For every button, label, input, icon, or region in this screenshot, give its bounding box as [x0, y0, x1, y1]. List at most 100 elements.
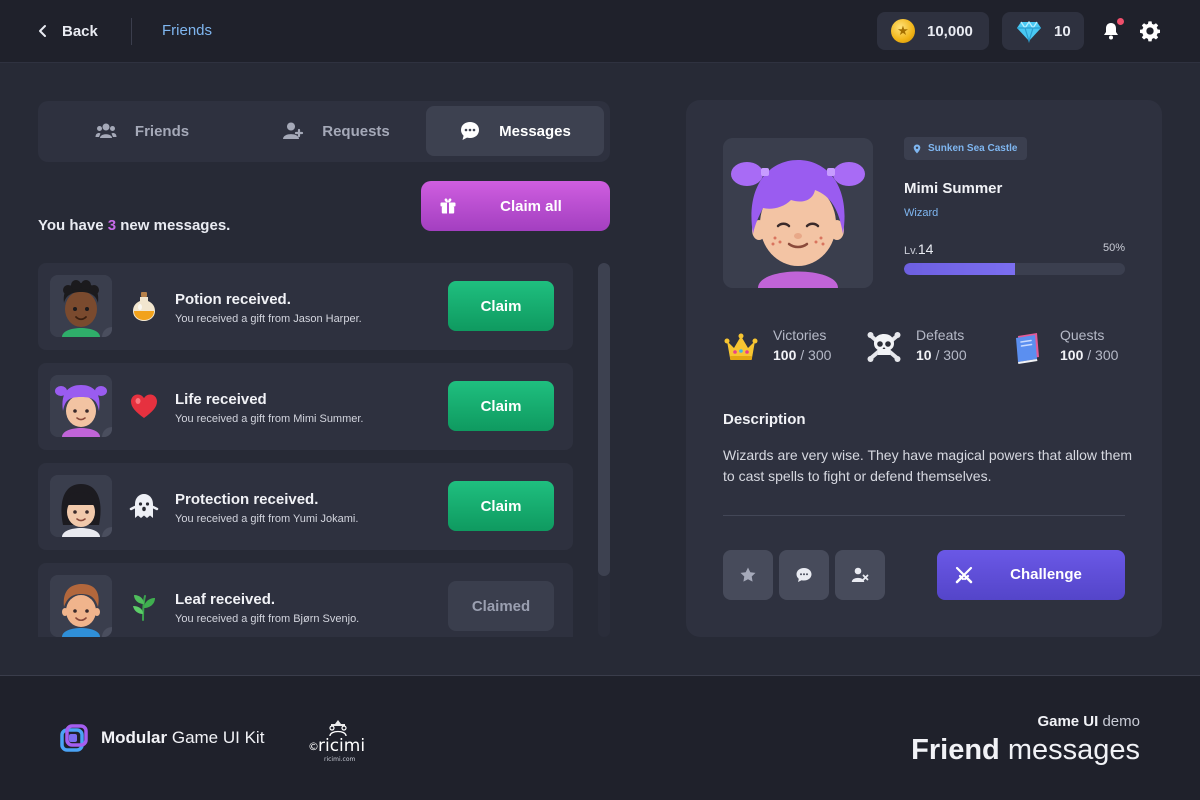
ricimi-logo: © ricimi ricimi.com	[308, 716, 368, 764]
message-item: Life received You received a gift from M…	[38, 363, 573, 450]
top-bar: Back Friends ★ 10,000 10	[0, 0, 1200, 63]
back-label: Back	[62, 22, 98, 40]
message-item: Protection received. You received a gift…	[38, 463, 573, 550]
tab-bar: Friends Requests Messages	[38, 101, 610, 162]
message-title: Leaf received.	[175, 591, 276, 608]
stat-label: Quests	[1060, 327, 1105, 343]
avatar-mimi-summer[interactable]	[50, 375, 112, 437]
book-icon	[1010, 329, 1046, 365]
level-label: Lv.14	[904, 241, 934, 257]
top-divider	[131, 18, 132, 45]
claim-button[interactable]: Claim	[448, 481, 554, 531]
avatar-bjorn-svenjo[interactable]	[50, 575, 112, 637]
heart-icon	[129, 390, 159, 422]
star-icon	[107, 432, 112, 437]
svg-text:ricimi: ricimi	[318, 736, 365, 756]
tab-friends[interactable]: Friends	[54, 106, 230, 156]
new-messages-text: You have 3 new messages.	[38, 217, 231, 234]
new-messages-count: 3	[107, 217, 117, 234]
challenge-button[interactable]: Challenge	[937, 550, 1125, 600]
message-title: Protection received.	[175, 491, 319, 508]
remove-friend-button[interactable]	[835, 550, 885, 600]
tab-requests[interactable]: Requests	[248, 106, 424, 156]
tab-label: Requests	[322, 122, 390, 140]
challenge-label: Challenge	[1010, 566, 1082, 583]
chevron-left-icon	[39, 25, 46, 37]
notification-dot	[1117, 18, 1124, 25]
stat-value: 100 / 300	[1060, 347, 1119, 363]
description-text: Wizards are very wise. They have magical…	[723, 447, 1133, 484]
scrollbar-thumb[interactable]	[598, 263, 610, 576]
description-heading: Description	[723, 411, 806, 428]
skull-icon	[866, 329, 902, 365]
stat-quests: Quests 100 / 300	[1010, 327, 1140, 367]
brand-text: Modular Game UI Kit	[101, 728, 265, 747]
profile-class: Wizard	[904, 207, 939, 219]
star-icon	[107, 532, 112, 537]
gem-counter[interactable]: 10	[1002, 12, 1084, 50]
coin-amount: 10,000	[927, 22, 973, 40]
stat-label: Victories	[773, 327, 827, 343]
avatar-jason-harper[interactable]	[50, 275, 112, 337]
friend-profile-panel: Sunken Sea Castle Mimi Summer Wizard Lv.…	[686, 100, 1162, 637]
claimed-button[interactable]: Claimed	[448, 581, 554, 631]
message-title: Life received	[175, 391, 267, 408]
location-pin-icon	[913, 144, 921, 153]
brand: Modular Game UI Kit	[59, 723, 264, 753]
message-subtitle: You received a gift from Bjørn Svenjo.	[175, 613, 360, 625]
chat-bubble-icon	[796, 568, 812, 582]
stat-value: 10 / 300	[916, 347, 967, 363]
star-icon	[740, 567, 756, 582]
star-icon	[107, 332, 112, 337]
level-value: 14	[917, 241, 934, 257]
crossed-swords-icon	[955, 566, 973, 584]
send-message-button[interactable]	[779, 550, 829, 600]
message-subtitle: You received a gift from Mimi Summer.	[175, 413, 364, 425]
demo-title: Friend messages	[911, 734, 1140, 766]
message-item: Potion received. You received a gift fro…	[38, 263, 573, 350]
remove-user-icon	[851, 567, 869, 582]
level-progress-bar	[904, 263, 1125, 275]
message-item: Leaf received. You received a gift from …	[38, 563, 573, 637]
star-icon	[107, 632, 112, 637]
level-progress-percent: 50%	[1102, 242, 1125, 254]
coin-counter[interactable]: ★ 10,000	[877, 12, 989, 50]
avatar-yumi-jokami[interactable]	[50, 475, 112, 537]
tab-label: Messages	[499, 122, 571, 140]
favorite-button[interactable]	[723, 550, 773, 600]
tab-messages[interactable]: Messages	[426, 106, 604, 156]
claim-all-label: Claim all	[500, 197, 562, 215]
message-list-scrollbar[interactable]	[598, 263, 610, 637]
claim-button[interactable]: Claim	[448, 381, 554, 431]
location-label: Sunken Sea Castle	[928, 143, 1018, 154]
crown-icon	[723, 329, 759, 365]
claim-button[interactable]: Claim	[448, 281, 554, 331]
message-title: Potion received.	[175, 291, 291, 308]
breadcrumb[interactable]: Friends	[162, 22, 212, 39]
svg-text:ricimi.com: ricimi.com	[324, 756, 355, 763]
demo-subtitle: Game UI demo	[1037, 713, 1140, 730]
tab-label: Friends	[134, 122, 190, 140]
coin-icon: ★	[891, 19, 915, 43]
potion-icon	[129, 290, 159, 322]
divider	[723, 515, 1125, 516]
modular-logo-icon	[60, 724, 88, 752]
stat-label: Defeats	[916, 327, 965, 343]
chat-bubble-icon	[461, 122, 480, 140]
level-progress-fill	[904, 263, 1015, 275]
message-list[interactable]: Potion received. You received a gift fro…	[38, 263, 574, 637]
leaf-icon	[129, 590, 159, 622]
gem-icon	[1016, 19, 1042, 43]
footer: Modular Game UI Kit © ricimi ricimi.com …	[0, 675, 1200, 800]
ghost-icon	[129, 490, 159, 522]
add-user-icon	[283, 122, 304, 139]
claim-all-button[interactable]: Claim all	[421, 181, 610, 231]
back-button[interactable]: Back	[36, 18, 98, 44]
stat-value: 100 / 300	[773, 347, 832, 363]
gear-icon[interactable]	[1139, 20, 1161, 42]
stat-victories: Victories 100 / 300	[723, 327, 853, 367]
stat-defeats: Defeats 10 / 300	[866, 327, 996, 367]
location-badge: Sunken Sea Castle	[904, 137, 1028, 160]
friends-icon	[95, 123, 117, 138]
message-subtitle: You received a gift from Yumi Jokami.	[175, 513, 359, 525]
